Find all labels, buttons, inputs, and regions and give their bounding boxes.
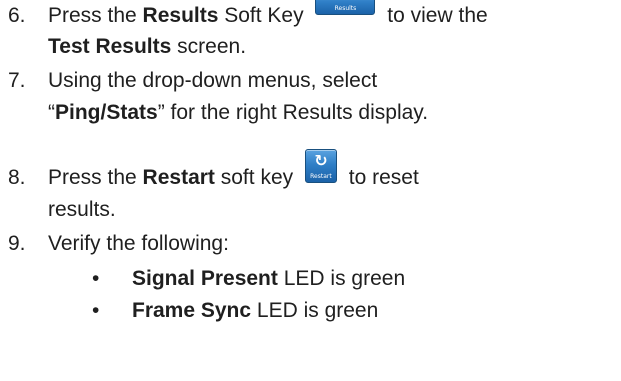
restart-arrow-icon: ↻ [314,151,328,170]
results-softkey-icon: Results [315,0,376,15]
instruction-document: 6. Press the Results Soft Key Results to… [0,0,621,381]
step-6-line-2-post: screen. [171,35,247,58]
bullet-icon: • [92,267,100,290]
step-6-text-pre: Press the [48,4,143,27]
step-8-text-mid: soft key [214,166,299,189]
step-8-text-post: to reset [342,166,419,189]
step-6-number: 6. [8,4,26,27]
restart-softkey-icon: ↻ Restart [304,149,337,183]
step-8-number: 8. [8,166,26,189]
step-8-line-2-text: results. [48,198,116,221]
step-7-ping-stats-bold: Ping/Stats [55,101,158,124]
step-9-number: 9. [8,232,26,255]
restart-softkey-label: Restart [310,173,332,180]
step-6-text-mid: Soft Key [218,4,310,27]
step-6-results-bold: Results [142,4,219,27]
bullet-icon: • [92,299,100,322]
bullet-2-rest: LED is green [251,299,379,322]
step-8-restart-bold: Restart [142,166,215,189]
step-7-line-2-post: for the right Results display. [164,101,429,124]
step-7-quote-open: “ [48,101,55,124]
step-7-number: 7. [8,69,26,92]
bullet-1-bold: Signal Present [132,267,278,290]
step-6-test-results-bold: Test Results [48,35,172,58]
bullet-2-bold: Frame Sync [132,299,252,322]
step-6-text-post: to view the [381,4,488,27]
step-8-text-pre: Press the [48,166,143,189]
step-7-line-1-text: Using the drop-down menus, select [48,69,378,92]
bullet-1-rest: LED is green [277,267,406,290]
results-softkey-label: Results [334,5,357,12]
step-7-quote-close: ” [157,101,165,124]
step-9-line-1-text: Verify the following: [48,232,229,255]
